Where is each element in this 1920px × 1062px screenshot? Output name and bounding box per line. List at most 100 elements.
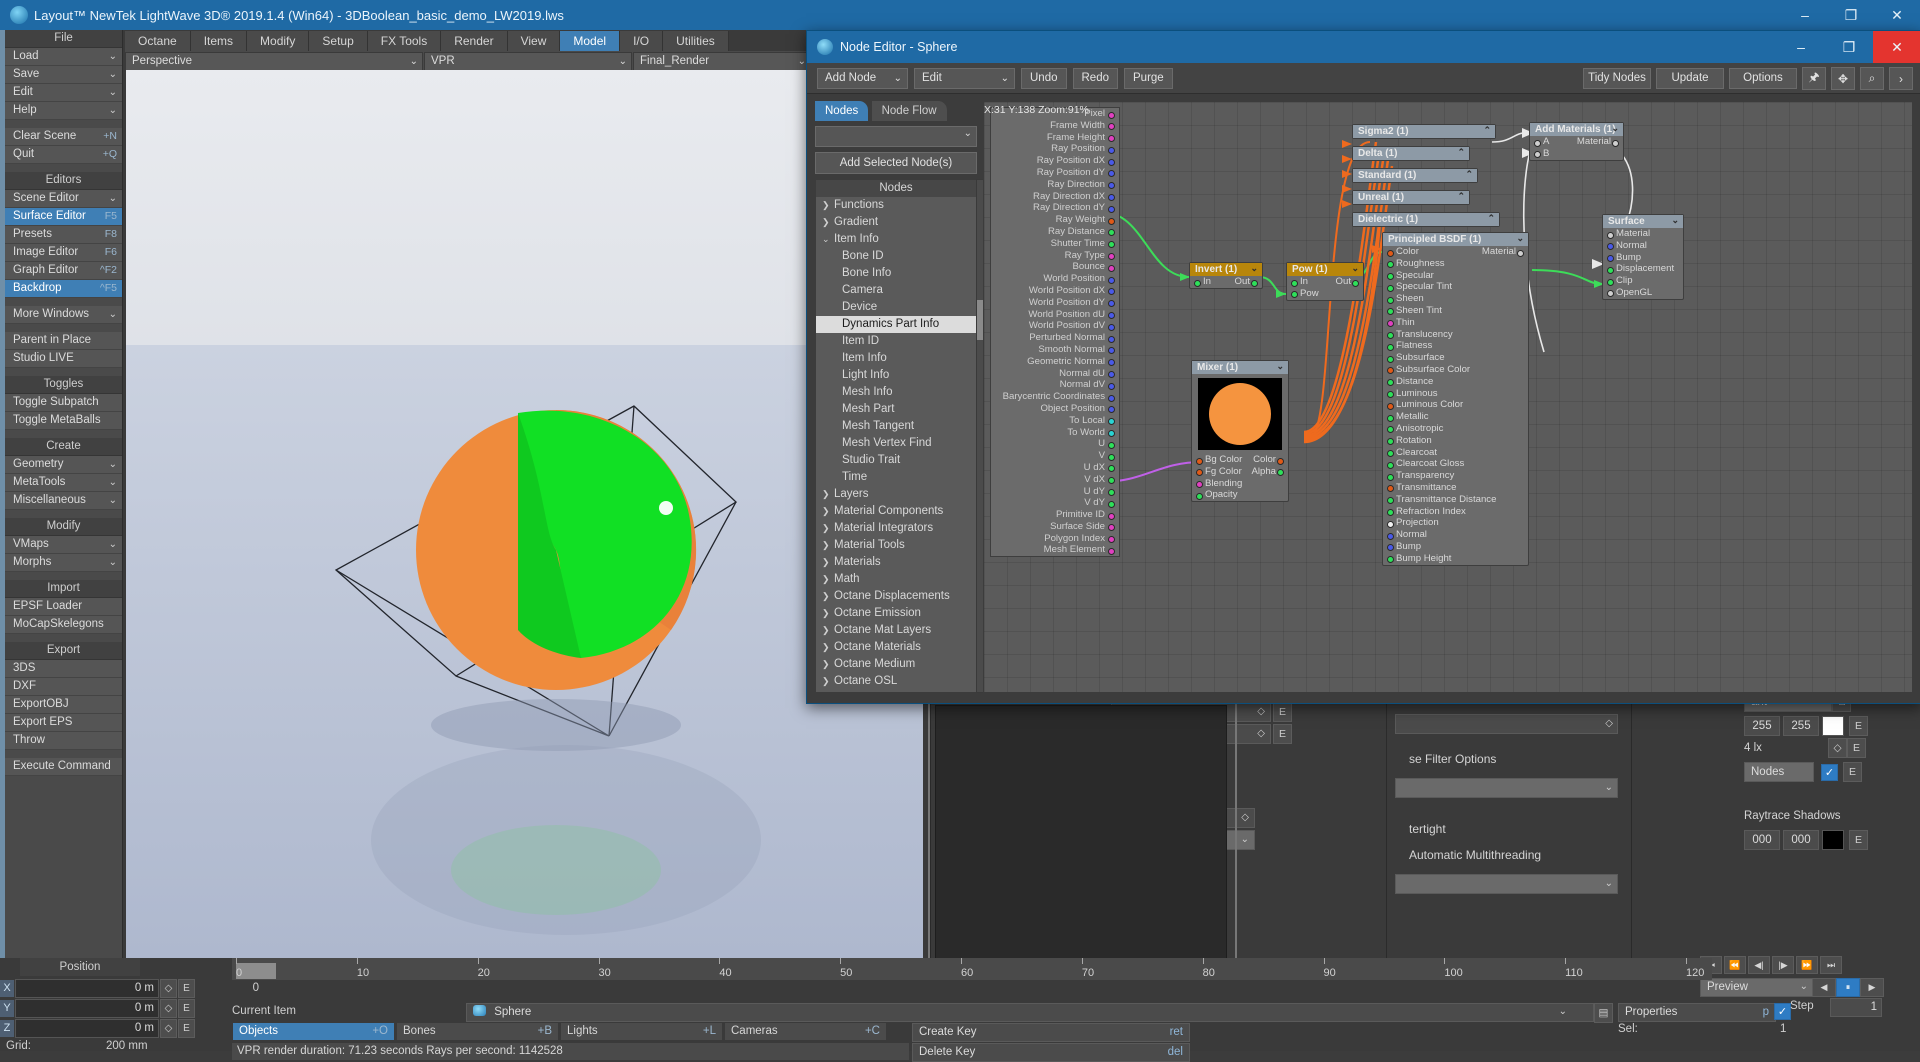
input-port-ray-distance[interactable]: Ray Distance (991, 226, 1119, 238)
disclosure-icon[interactable]: ❯ (822, 656, 834, 673)
disclosure-icon[interactable]: ❯ (822, 520, 834, 537)
tree-item-light-info[interactable]: Light Info (816, 367, 976, 384)
chevron-up-icon[interactable]: ⌃ (1483, 124, 1491, 137)
tree-item-math[interactable]: ❯ Math (816, 571, 976, 588)
nodes-edit-button[interactable]: E (1843, 762, 1862, 782)
tree-item-studio-trait[interactable]: Studio Trait (816, 452, 976, 469)
tree-item-layers[interactable]: ❯ Layers (816, 486, 976, 503)
refraction-index-envelope-button[interactable]: E (1273, 702, 1292, 722)
disclosure-icon[interactable]: ❯ (822, 673, 834, 690)
stepper-icon[interactable]: ◇ (160, 1018, 177, 1038)
input-port-world-position-du[interactable]: World Position dU (991, 309, 1119, 321)
node-add-materials-header[interactable]: Add Materials (1) ⌄ (1530, 123, 1623, 136)
preview-dropdown[interactable]: Preview ⌄ (1700, 978, 1813, 997)
tree-item-bone-info[interactable]: Bone Info (816, 265, 976, 282)
chevron-up-icon[interactable]: ⌃ (1457, 146, 1465, 159)
rgb-g[interactable]: 255 (1783, 716, 1819, 736)
menu-tab-setup[interactable]: Setup (309, 31, 368, 51)
tree-item-gradient[interactable]: ❯ Gradient (816, 214, 976, 231)
input-port-object-position[interactable]: Object Position (991, 403, 1119, 415)
tidy-nodes-button[interactable]: Tidy Nodes (1583, 68, 1651, 89)
chevron-down-icon[interactable]: ⌄ (1611, 122, 1619, 135)
port-pow-exp[interactable]: Pow (1287, 288, 1363, 300)
port-bsdf-specular-tint[interactable]: Specular Tint (1383, 281, 1528, 293)
view-mode-dropdown[interactable]: Perspective ⌄ (125, 52, 423, 71)
left-item-geometry[interactable]: Geometry ⌄ (5, 456, 122, 474)
port-surface-bump[interactable]: Bump (1603, 252, 1683, 264)
node-dielectric-header[interactable]: Dielectric (1) ⌃ (1353, 213, 1499, 226)
left-item-toggle-subpatch[interactable]: Toggle Subpatch (5, 394, 122, 412)
window-controls[interactable]: – ❐ ✕ (1782, 0, 1920, 30)
node-pow[interactable]: Pow (1) ⌄ In Out Pow (1286, 262, 1364, 301)
next-key-button[interactable]: ⏩ (1796, 956, 1818, 974)
input-port-frame-height[interactable]: Frame Height (991, 132, 1119, 144)
stepper-icon[interactable]: ◇ (1257, 703, 1265, 721)
chevron-down-icon[interactable]: ⌄ (1250, 262, 1258, 275)
search-icon[interactable]: ⌕ (1860, 67, 1884, 90)
port-bsdf-subsurface[interactable]: Subsurface (1383, 352, 1528, 364)
axis-button-y[interactable]: Y (0, 999, 14, 1017)
pin-icon[interactable]: 🖈 (1802, 67, 1826, 90)
disclosure-icon[interactable]: ⌄ (822, 231, 834, 248)
add-selected-nodes-button[interactable]: Add Selected Node(s) (815, 152, 977, 174)
menu-tab-modify[interactable]: Modify (247, 31, 310, 51)
port-bsdf-metallic[interactable]: Metallic (1383, 411, 1528, 423)
node-invert[interactable]: Invert (1) ⌄ In Out (1189, 262, 1263, 289)
left-item-presets[interactable]: Presets F8 (5, 226, 122, 244)
node-principled-bsdf-header[interactable]: Principled BSDF (1) ⌄ (1383, 233, 1528, 246)
item-tab-cameras[interactable]: Cameras +C (724, 1022, 887, 1041)
input-port-ray-position-dy[interactable]: Ray Position dY (991, 167, 1119, 179)
node-dielectric[interactable]: Dielectric (1) ⌃ (1352, 212, 1500, 227)
nodes-dropdown[interactable]: Nodes (1744, 762, 1814, 782)
stepper-icon[interactable]: ◇ (1257, 725, 1265, 743)
options-button[interactable]: Options (1729, 68, 1797, 89)
port-bsdf-transmittance-distance[interactable]: Transmittance Distance (1383, 494, 1528, 506)
chevron-up-icon[interactable]: ⌃ (1457, 190, 1465, 203)
play-reverse-button[interactable]: ◀ (1812, 978, 1836, 997)
input-port-to-world[interactable]: To World (991, 427, 1119, 439)
disclosure-icon[interactable]: ❯ (822, 571, 834, 588)
stepper-icon[interactable]: ◇ (1241, 809, 1249, 827)
port-bsdf-anisotropic[interactable]: Anisotropic (1383, 423, 1528, 435)
chevron-down-icon[interactable]: ⌄ (1351, 262, 1359, 275)
node-delta-header[interactable]: Delta (1) ⌃ (1353, 147, 1469, 160)
input-port-perturbed-normal[interactable]: Perturbed Normal (991, 332, 1119, 344)
node-editor-minimize-button[interactable]: – (1777, 31, 1825, 63)
left-item-3ds[interactable]: 3DS (5, 660, 122, 678)
input-port-geometric-normal[interactable]: Geometric Normal (991, 356, 1119, 368)
left-item-graph-editor[interactable]: Graph Editor ^F2 (5, 262, 122, 280)
pause-button[interactable]: ⏸ (1836, 978, 1860, 997)
input-port-shutter-time[interactable]: Shutter Time (991, 238, 1119, 250)
disclosure-icon[interactable]: ❯ (822, 214, 834, 231)
tree-item-material-integrators[interactable]: ❯ Material Integrators (816, 520, 976, 537)
tree-item-item-info[interactable]: Item Info (816, 350, 976, 367)
input-port-bounce[interactable]: Bounce (991, 261, 1119, 273)
filter-dropdown[interactable]: ⌄ (1395, 778, 1618, 798)
input-port-normal-dv[interactable]: Normal dV (991, 379, 1119, 391)
disclosure-icon[interactable]: ❯ (822, 554, 834, 571)
input-port-world-position-dy[interactable]: World Position dY (991, 297, 1119, 309)
disclosure-icon[interactable]: ❯ (822, 486, 834, 503)
tree-item-bone-id[interactable]: Bone ID (816, 248, 976, 265)
move-icon[interactable]: ✥ (1831, 67, 1855, 90)
input-port-to-local[interactable]: To Local (991, 415, 1119, 427)
tree-item-functions[interactable]: ❯ Functions (816, 197, 976, 214)
tree-item-octane-osl[interactable]: ❯ Octane OSL (816, 673, 976, 690)
lx-envelope-button[interactable]: E (1847, 738, 1866, 758)
chevron-down-icon[interactable]: ⌄ (1516, 232, 1524, 245)
delete-key-button[interactable]: Delete Key del (912, 1043, 1190, 1062)
tree-item-item-info[interactable]: ⌄ Item Info (816, 231, 976, 248)
port-bsdf-normal[interactable]: Normal (1383, 529, 1528, 541)
black-r[interactable]: 000 (1744, 830, 1780, 850)
redo-button[interactable]: Redo (1072, 67, 1118, 89)
port-surface-clip[interactable]: Clip (1603, 275, 1683, 287)
left-item-save[interactable]: Save ⌄ (5, 66, 122, 84)
left-item-quit[interactable]: Quit +Q (5, 146, 122, 164)
stepper-icon[interactable]: ◇ (160, 998, 177, 1018)
input-port-barycentric-coordinates[interactable]: Barycentric Coordinates (991, 391, 1119, 403)
menu-tab-fx-tools[interactable]: FX Tools (367, 31, 442, 51)
tree-item-octane-medium[interactable]: ❯ Octane Medium (816, 656, 976, 673)
port-bsdf-projection[interactable]: Projection (1383, 517, 1528, 529)
chevron-up-icon[interactable]: ⌃ (1487, 212, 1495, 225)
tree-item-item-id[interactable]: Item ID (816, 333, 976, 350)
